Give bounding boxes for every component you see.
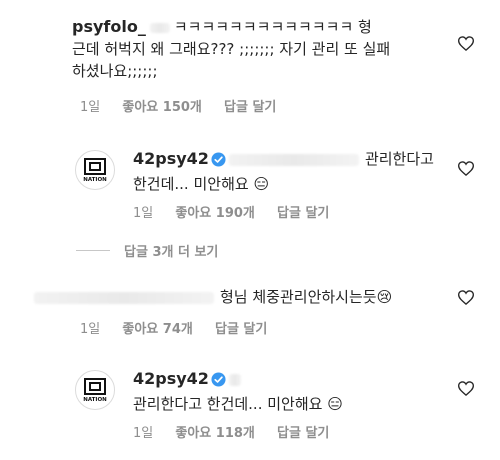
- comment-username[interactable]: 42psy42: [133, 369, 209, 388]
- reply-button[interactable]: 답글 달기: [277, 426, 329, 441]
- reply-button[interactable]: 답글 달기: [224, 100, 276, 115]
- comment-meta: 1일 좋아요 74개 답글 달기: [80, 318, 285, 337]
- comment-text-line-1: 관리한다고: [364, 150, 434, 168]
- comment-likes[interactable]: 좋아요 118개: [175, 426, 255, 441]
- comment-username[interactable]: psyfolo_: [72, 17, 146, 36]
- comment-text: 42psy42 관리한다고 한건데... 미안해요 😑: [133, 368, 453, 415]
- redacted-blur: [149, 22, 170, 33]
- comment-username[interactable]: 42psy42: [133, 149, 209, 168]
- comment-meta: 1일 좋아요 150개 답글 달기: [80, 96, 294, 115]
- comment-likes[interactable]: 좋아요 150개: [122, 100, 202, 115]
- comment-text-line-1: ㅋㅋㅋㅋㅋㅋㅋㅋㅋㅋㅋㅋㅋ 형: [173, 18, 372, 36]
- reply-button[interactable]: 답글 달기: [277, 206, 329, 221]
- avatar[interactable]: NATION: [75, 370, 115, 410]
- heart-icon[interactable]: [457, 36, 475, 55]
- comment-text: psyfolo_ ㅋㅋㅋㅋㅋㅋㅋㅋㅋㅋㅋㅋㅋ 형 근데 허벅지 왜 그래요??? …: [72, 16, 432, 82]
- heart-icon[interactable]: [457, 290, 475, 309]
- comment-meta: 1일 좋아요 118개 답글 달기: [133, 422, 347, 441]
- comment-text-line-1: 관리한다고 한건데... 미안해요 😑: [133, 395, 343, 413]
- redacted-blur: [228, 153, 359, 166]
- verified-badge-icon: [211, 371, 226, 393]
- avatar[interactable]: NATION: [75, 150, 115, 190]
- verified-badge-icon: [211, 151, 226, 173]
- comment-text: 42psy42 관리한다고 한건데... 미안해요 😑: [133, 148, 453, 195]
- avatar-label: NATION: [83, 177, 107, 183]
- heart-icon[interactable]: [457, 161, 475, 180]
- comment-meta: 1일 좋아요 190개 답글 달기: [133, 202, 347, 221]
- comment-likes[interactable]: 좋아요 74개: [122, 322, 192, 337]
- avatar-label: NATION: [83, 397, 107, 403]
- comment-text-line-2: 근데 허벅지 왜 그래요??? ;;;;;;; 자기 관리 또 실패: [72, 40, 391, 58]
- redacted-blur: [228, 373, 241, 386]
- comment-time[interactable]: 1일: [80, 100, 100, 115]
- heart-icon[interactable]: [457, 381, 475, 400]
- comment-likes[interactable]: 좋아요 190개: [175, 206, 255, 221]
- comment-time[interactable]: 1일: [133, 426, 153, 441]
- reply-button[interactable]: 답글 달기: [215, 322, 267, 337]
- comment-time[interactable]: 1일: [80, 322, 100, 337]
- redacted-blur: [34, 291, 214, 304]
- comment-text-line-1: 형님 체중관리안하시는듯😢: [220, 288, 393, 306]
- comment-text-line-3: 하셨나요;;;;;;: [72, 62, 158, 80]
- view-more-replies-button[interactable]: 답글 3개 더 보기: [76, 240, 218, 260]
- comment-time[interactable]: 1일: [133, 206, 153, 221]
- divider-line: [76, 249, 110, 251]
- comment-text-line-2: 한건데... 미안해요 😑: [133, 175, 270, 193]
- view-more-replies-label: 답글 3개 더 보기: [124, 244, 219, 260]
- comment-text: 형님 체중관리안하시는듯😢: [34, 286, 434, 308]
